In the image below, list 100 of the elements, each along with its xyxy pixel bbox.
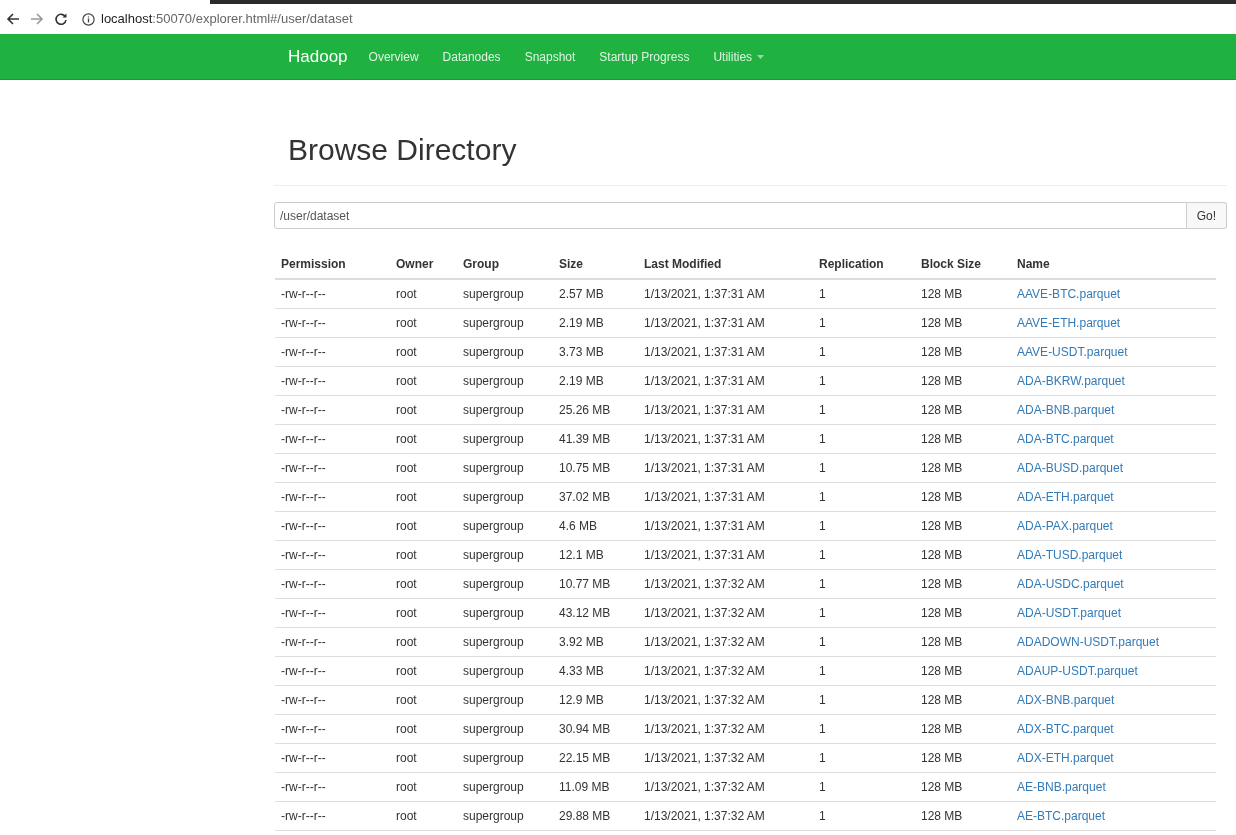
file-link[interactable]: ADA-TUSD.parquet xyxy=(1011,540,1216,569)
table-cell: 1 xyxy=(813,482,915,511)
table-cell: 12.9 MB xyxy=(553,685,638,714)
go-button[interactable]: Go! xyxy=(1186,202,1227,229)
table-cell: 1/13/2021, 1:37:32 AM xyxy=(638,627,813,656)
column-header: Replication xyxy=(813,249,915,279)
table-cell: supergroup xyxy=(457,366,553,395)
file-link[interactable]: ADA-PAX.parquet xyxy=(1011,511,1216,540)
table-cell: 1/13/2021, 1:37:31 AM xyxy=(638,482,813,511)
table-cell: root xyxy=(390,598,457,627)
table-cell: 1/13/2021, 1:37:32 AM xyxy=(638,569,813,598)
table-cell: 2.19 MB xyxy=(553,366,638,395)
file-link[interactable]: AE-BTC.parquet xyxy=(1011,801,1216,830)
column-header: Group xyxy=(457,249,553,279)
table-cell: supergroup xyxy=(457,656,553,685)
table-cell: -rw-r--r-- xyxy=(275,743,390,772)
path-input-field[interactable]: /user/dataset xyxy=(274,202,1187,229)
table-cell: root xyxy=(390,743,457,772)
file-link[interactable]: ADA-USDT.parquet xyxy=(1011,598,1216,627)
file-link[interactable]: ADX-BNB.parquet xyxy=(1011,685,1216,714)
table-cell: -rw-r--r-- xyxy=(275,337,390,366)
table-cell: 12.1 MB xyxy=(553,540,638,569)
table-cell: 1 xyxy=(813,627,915,656)
table-cell: root xyxy=(390,569,457,598)
table-cell: 1/13/2021, 1:37:32 AM xyxy=(638,685,813,714)
file-link[interactable]: AAVE-ETH.parquet xyxy=(1011,308,1216,337)
table-cell: -rw-r--r-- xyxy=(275,540,390,569)
table-cell: root xyxy=(390,308,457,337)
table-cell: 4.6 MB xyxy=(553,511,638,540)
file-link[interactable]: ADA-USDC.parquet xyxy=(1011,569,1216,598)
column-header: Owner xyxy=(390,249,457,279)
table-cell: -rw-r--r-- xyxy=(275,424,390,453)
nav-link[interactable]: Startup Progress xyxy=(599,47,690,66)
table-cell: 1/13/2021, 1:37:32 AM xyxy=(638,801,813,830)
table-cell: root xyxy=(390,714,457,743)
back-icon[interactable] xyxy=(6,12,20,26)
file-link[interactable]: AAVE-USDT.parquet xyxy=(1011,337,1216,366)
dropdown-menu-link[interactable]: Utilities xyxy=(713,47,765,66)
table-cell: 30.94 MB xyxy=(553,714,638,743)
table-cell: supergroup xyxy=(457,801,553,830)
table-cell: supergroup xyxy=(457,511,553,540)
info-icon[interactable] xyxy=(82,12,95,26)
address-bar-url[interactable]: localhost:50070/explorer.html#/user/dataset xyxy=(101,9,353,29)
table-cell: supergroup xyxy=(457,424,553,453)
table-cell: -rw-r--r-- xyxy=(275,627,390,656)
table-cell: -rw-r--r-- xyxy=(275,482,390,511)
table-cell: 1 xyxy=(813,569,915,598)
file-link[interactable]: ADA-ETH.parquet xyxy=(1011,482,1216,511)
table-cell: 1/13/2021, 1:37:32 AM xyxy=(638,743,813,772)
file-link[interactable]: ADAUP-USDT.parquet xyxy=(1011,656,1216,685)
table-cell: 128 MB xyxy=(915,337,1011,366)
table-cell: -rw-r--r-- xyxy=(275,598,390,627)
table-cell: -rw-r--r-- xyxy=(275,511,390,540)
table-cell: 1 xyxy=(813,685,915,714)
file-link[interactable]: AAVE-BTC.parquet xyxy=(1011,279,1216,308)
file-link[interactable]: AE-BNB.parquet xyxy=(1011,772,1216,801)
file-link[interactable]: ADX-ETH.parquet xyxy=(1011,743,1216,772)
table-cell: supergroup xyxy=(457,279,553,308)
file-link[interactable]: ADADOWN-USDT.parquet xyxy=(1011,627,1216,656)
column-header: Size xyxy=(553,249,638,279)
table-cell: 128 MB xyxy=(915,627,1011,656)
table-cell: 128 MB xyxy=(915,714,1011,743)
nav-link[interactable]: Snapshot xyxy=(524,47,576,66)
column-header: Name xyxy=(1011,249,1216,279)
table-cell: 1/13/2021, 1:37:32 AM xyxy=(638,772,813,801)
file-link[interactable]: ADA-BTC.parquet xyxy=(1011,424,1216,453)
reload-icon[interactable] xyxy=(54,12,68,26)
column-header: Permission xyxy=(275,249,390,279)
file-link[interactable]: ADA-BNB.parquet xyxy=(1011,395,1216,424)
table-cell: 1/13/2021, 1:37:31 AM xyxy=(638,511,813,540)
table-cell: -rw-r--r-- xyxy=(275,772,390,801)
table-cell: 128 MB xyxy=(915,540,1011,569)
table-cell: 1 xyxy=(813,424,915,453)
table-cell: 128 MB xyxy=(915,511,1011,540)
file-link[interactable]: ADA-BUSD.parquet xyxy=(1011,453,1216,482)
table-cell: 1 xyxy=(813,453,915,482)
table-cell: 1/13/2021, 1:37:31 AM xyxy=(638,540,813,569)
forward-icon[interactable] xyxy=(30,12,44,26)
table-cell: 1/13/2021, 1:37:32 AM xyxy=(638,714,813,743)
table-cell: root xyxy=(390,366,457,395)
table-cell: 1 xyxy=(813,395,915,424)
nav-link[interactable]: Datanodes xyxy=(442,47,501,66)
table-cell: supergroup xyxy=(457,598,553,627)
table-cell: 1/13/2021, 1:37:32 AM xyxy=(638,598,813,627)
nav-link[interactable]: Overview xyxy=(368,47,419,66)
table-cell: -rw-r--r-- xyxy=(275,685,390,714)
table-cell: 128 MB xyxy=(915,279,1011,308)
table-cell: 1 xyxy=(813,337,915,366)
table-cell: supergroup xyxy=(457,337,553,366)
file-link[interactable]: ADA-BKRW.parquet xyxy=(1011,366,1216,395)
table-cell: 1/13/2021, 1:37:31 AM xyxy=(638,308,813,337)
file-link[interactable]: ADX-BTC.parquet xyxy=(1011,714,1216,743)
table-cell: 41.39 MB xyxy=(553,424,638,453)
table-cell: -rw-r--r-- xyxy=(275,714,390,743)
table-cell: 1 xyxy=(813,540,915,569)
table-cell: 1/13/2021, 1:37:31 AM xyxy=(638,453,813,482)
table-cell: 1 xyxy=(813,714,915,743)
table-cell: 1/13/2021, 1:37:31 AM xyxy=(638,279,813,308)
brand-link[interactable]: Hadoop xyxy=(288,43,348,70)
table-cell: 128 MB xyxy=(915,801,1011,830)
